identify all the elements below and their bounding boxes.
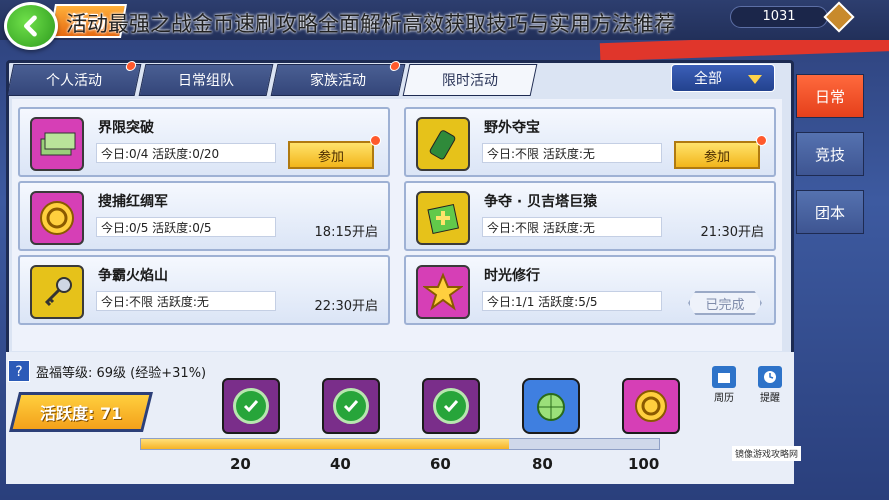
- activity-stats: 今日:0/4 活跃度:0/20: [96, 143, 276, 163]
- filter-dropdown[interactable]: 全部: [671, 64, 775, 92]
- milestone-label: 100: [628, 455, 660, 473]
- activity-card: 争夺 · 贝吉塔巨猿 今日:不限 活跃度:无 21:30开启: [404, 181, 776, 251]
- activity-stats: 今日:1/1 活跃度:5/5: [482, 291, 662, 311]
- activity-name: 搜捕红绸军: [98, 194, 168, 210]
- currency-display: 1031: [730, 6, 828, 28]
- activity-card: 搜捕红绸军 今日:0/5 活跃度:0/5 18:15开启: [18, 181, 390, 251]
- activity-card: 野外夺宝 今日:不限 活跃度:无 参加: [404, 107, 776, 177]
- back-arrow-icon: [24, 15, 37, 37]
- activity-progress-bar: [140, 438, 660, 450]
- activity-card: 界限突破 今日:0/4 活跃度:0/20 参加: [18, 107, 390, 177]
- help-icon[interactable]: ?: [8, 360, 30, 382]
- notification-dot: [388, 61, 402, 71]
- milestone-label: 80: [532, 455, 553, 473]
- activity-name: 争霸火焰山: [98, 268, 168, 284]
- notification-dot: [370, 135, 381, 146]
- notification-dot: [756, 135, 767, 146]
- open-time: 18:15开启: [314, 225, 378, 240]
- progress-fill: [141, 439, 509, 449]
- back-button[interactable]: [4, 2, 58, 50]
- milestone-label: 40: [330, 455, 351, 473]
- tab-bar: 个人活动 日常组队 家族活动 限时活动: [6, 61, 538, 98]
- reward-gold-coin[interactable]: [622, 378, 680, 434]
- reminder-button[interactable]: 提醒: [758, 366, 782, 404]
- treasure-bottle-icon: [416, 117, 470, 171]
- activity-stats: 今日:不限 活跃度:无: [482, 217, 662, 237]
- join-button[interactable]: 参加: [674, 141, 760, 169]
- activity-name: 野外夺宝: [484, 120, 540, 136]
- activity-card: 争霸火焰山 今日:不限 活跃度:无 22:30开启: [18, 255, 390, 325]
- level-info: 盈福等级: 69级 (经验+31%): [36, 366, 207, 381]
- dragon-radar-icon: [537, 393, 565, 421]
- milestone-label: 20: [230, 455, 251, 473]
- activity-stats: 今日:0/5 活跃度:0/5: [96, 217, 276, 237]
- clock-icon: [758, 366, 782, 388]
- check-icon: [233, 388, 269, 424]
- watermark-text: 镜像游戏攻略网: [732, 446, 802, 461]
- activity-card: 时光修行 今日:1/1 活跃度:5/5 已完成: [404, 255, 776, 325]
- reward-chest-claimed[interactable]: [222, 378, 280, 434]
- reminder-label: 提醒: [760, 393, 780, 404]
- side-tab-daily[interactable]: 日常: [796, 74, 864, 118]
- open-time: 21:30开启: [700, 225, 764, 240]
- tab-personal[interactable]: 个人活动: [6, 61, 142, 96]
- milestone-label: 60: [430, 455, 451, 473]
- chevron-down-icon: [748, 75, 762, 84]
- activity-score-badge: 活跃度: 71: [9, 392, 153, 432]
- key-icon: [30, 265, 84, 319]
- cash-stack-icon: [30, 117, 84, 171]
- reward-dragon-radar[interactable]: [522, 378, 580, 434]
- check-icon: [333, 388, 369, 424]
- completed-status: 已完成: [688, 291, 762, 315]
- calendar-icon: [712, 366, 736, 388]
- reward-chest-claimed[interactable]: [322, 378, 380, 434]
- notification-dot: [124, 61, 138, 71]
- activity-list: 界限突破 今日:0/4 活跃度:0/20 参加 野外夺宝 今日:不限 活跃度:无…: [12, 99, 782, 351]
- weekly-calendar-button[interactable]: 周历: [712, 366, 736, 404]
- activity-name: 界限突破: [98, 120, 154, 136]
- activity-stats: 今日:不限 活跃度:无: [482, 143, 662, 163]
- check-icon: [433, 388, 469, 424]
- experience-star-icon: [416, 265, 470, 319]
- page-title: 活动最强之战金币速刷攻略全面解析高效获取技巧与实用方法推荐: [66, 12, 675, 36]
- tab-daily-team[interactable]: 日常组队: [138, 64, 274, 96]
- activity-stats: 今日:不限 活跃度:无: [96, 291, 276, 311]
- activity-name: 时光修行: [484, 268, 540, 284]
- open-time: 22:30开启: [314, 299, 378, 314]
- tab-limited[interactable]: 限时活动: [402, 64, 538, 96]
- gift-box-icon: [416, 191, 470, 245]
- reward-chest-claimed[interactable]: [422, 378, 480, 434]
- activity-name: 争夺 · 贝吉塔巨猿: [484, 194, 598, 210]
- gold-coin-icon: [635, 390, 667, 422]
- side-tab-raid[interactable]: 团本: [796, 190, 864, 234]
- join-button[interactable]: 参加: [288, 141, 374, 169]
- tab-family[interactable]: 家族活动: [270, 61, 406, 96]
- side-tab-arena[interactable]: 竞技: [796, 132, 864, 176]
- gold-coin-icon: [30, 191, 84, 245]
- calendar-label: 周历: [714, 393, 734, 404]
